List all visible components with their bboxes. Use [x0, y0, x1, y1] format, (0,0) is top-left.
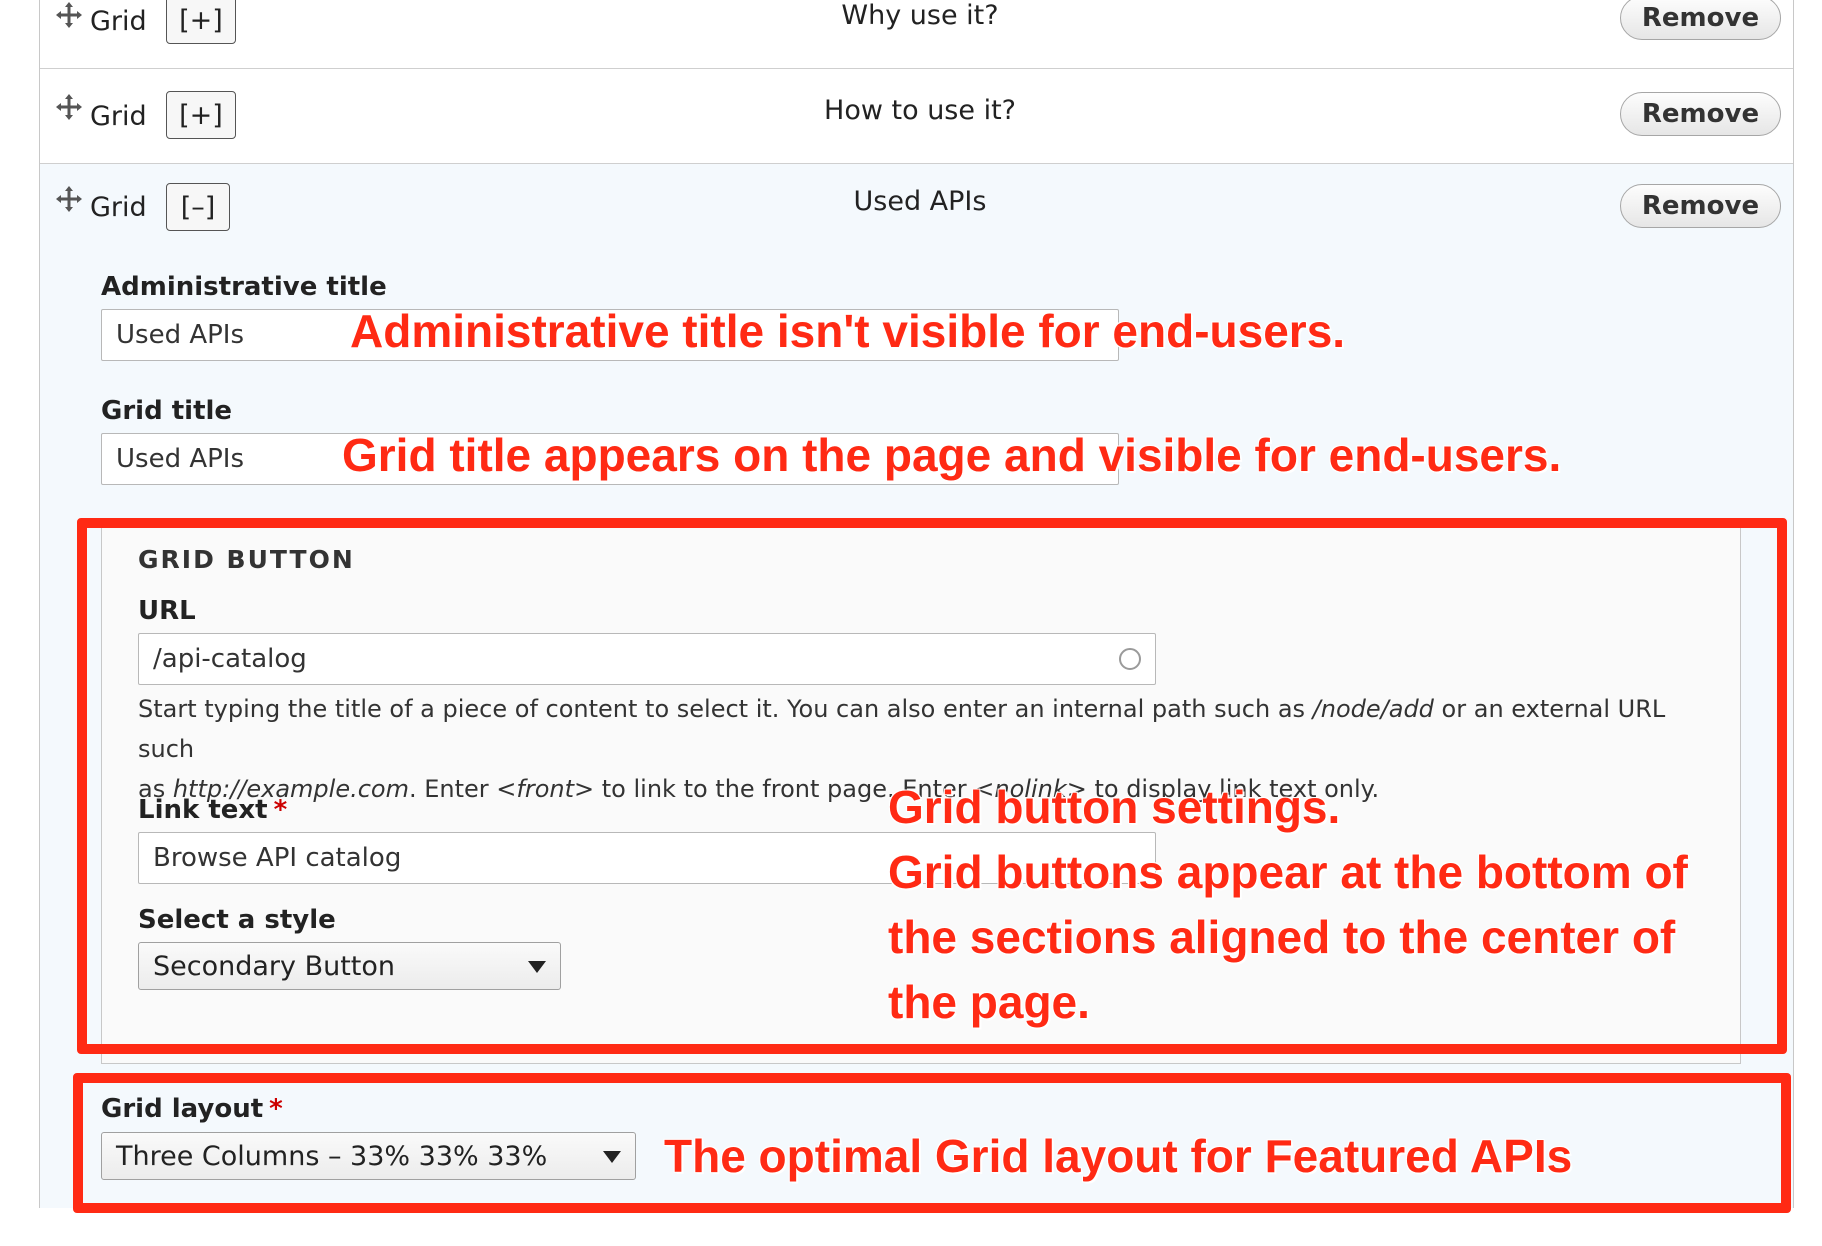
row-type-label: Grid [90, 6, 147, 37]
row-title: Used APIs [853, 186, 987, 217]
drag-handle-icon[interactable] [54, 184, 84, 214]
row-type-label: Grid [90, 101, 147, 132]
annotation-button-line-4: the page. [888, 976, 1090, 1028]
remove-button[interactable]: Remove [1620, 184, 1781, 228]
grid-title-label: Grid title [101, 396, 233, 426]
expand-toggle-button[interactable]: [+] [166, 91, 236, 139]
row-type-label: Grid [90, 192, 147, 223]
annotation-grid-title: Grid title appears on the page and visib… [342, 429, 1562, 481]
remove-button[interactable]: Remove [1620, 92, 1781, 136]
remove-button[interactable]: Remove [1620, 0, 1781, 40]
annotation-button-line-2: Grid buttons appear at the bottom of [888, 846, 1688, 898]
admin-title-value: Used APIs [116, 320, 245, 350]
grid-row-how-to-use-it: Grid [+] How to use it? Remove [40, 68, 1793, 163]
annotation-grid-layout: The optimal Grid layout for Featured API… [664, 1130, 1573, 1182]
drag-handle-icon[interactable] [54, 0, 84, 30]
grid-row-why-use-it: Grid [+] Why use it? Remove [40, 0, 1793, 68]
row-title: How to use it? [824, 95, 1016, 126]
annotation-button-line-1: Grid button settings. [888, 781, 1341, 833]
grid-title-value: Used APIs [116, 444, 245, 474]
admin-title-label: Administrative title [101, 272, 387, 302]
row-title: Why use it? [841, 0, 999, 31]
collapse-toggle-button[interactable]: [–] [166, 183, 230, 231]
annotation-admin-title: Administrative title isn't visible for e… [350, 305, 1346, 357]
drag-handle-icon[interactable] [54, 92, 84, 122]
annotation-button-line-3: the sections aligned to the center of [888, 911, 1676, 963]
expand-toggle-button[interactable]: [+] [166, 0, 236, 44]
